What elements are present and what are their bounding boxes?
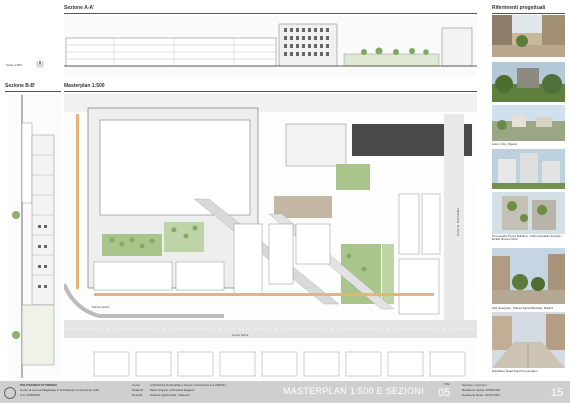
reference-photo-2: [492, 62, 565, 102]
reference-photo-6: [492, 248, 565, 304]
board-title: MASTERPLAN 1:500 E SEZIONI: [283, 386, 424, 396]
title-block: POLITECNICO DI TORINO Corso di Laurea Ma…: [0, 381, 570, 403]
references-rule: [492, 13, 565, 14]
prof-value: Antonio Lapiccirella / Tadeusz: [150, 393, 190, 397]
reference-photo-7: [492, 312, 565, 368]
reference-photo-3: [492, 105, 565, 141]
school-logo-icon: [4, 387, 16, 399]
scale-label: Scala 1:500: [6, 63, 22, 67]
section-bb-heading: Sezione B-B': [5, 83, 36, 89]
section-bb-drawing: [8, 95, 62, 378]
label-piazza-nizza: Piazza Nizza: [92, 305, 110, 309]
section-bb-rule: [5, 91, 61, 92]
reference-photo-4: [492, 149, 565, 189]
tav-number: 05: [438, 387, 451, 399]
meta-3: Revisione finale: 13/07/2021: [462, 393, 500, 397]
section-aa-heading: Sezione A-A': [64, 5, 95, 11]
label-corso-nizza: Corso Nizza: [232, 333, 249, 337]
reference-photo-5: [492, 192, 565, 234]
reference-caption-7: Exhibition Road South Kensington: [492, 369, 538, 373]
section-aa-rule: [64, 13, 477, 14]
reference-caption-6: Arki Gotenjaro, Plazas Santa Barbara, Ma…: [492, 306, 553, 310]
academic-year: A.A. 2020/2021: [20, 393, 41, 397]
reference-caption-3: Adoro City, Nigeria: [492, 142, 517, 146]
references-heading: Riferimenti progettuali: [492, 5, 546, 11]
prof-label: Docenti:: [132, 393, 144, 397]
label-corso-sommeiller: Corso G. Sommeiller: [456, 208, 460, 236]
section-aa-drawing: [64, 16, 477, 76]
reference-photo-1: [492, 15, 565, 57]
reference-caption-5: Torrespaña Tisera Building - Fabio Eduar…: [492, 234, 563, 242]
page-number: 15: [551, 387, 564, 399]
masterplan-rule: [64, 91, 477, 92]
masterplan-drawing: [64, 94, 477, 379]
north-arrow-icon: [36, 60, 44, 68]
masterplan-heading: Masterplan 1:500: [64, 83, 105, 89]
